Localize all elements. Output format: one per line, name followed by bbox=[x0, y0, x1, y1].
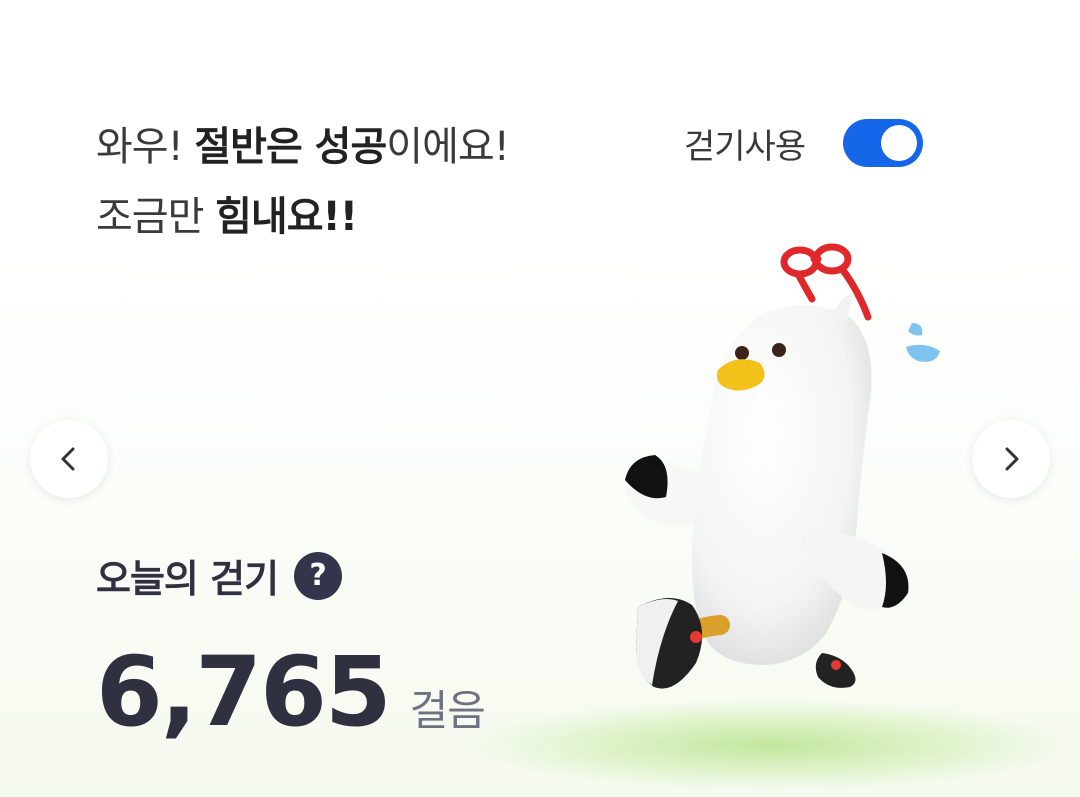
chevron-left-icon bbox=[61, 447, 75, 471]
headline-line-1: 와우! 절반은 성공이에요! bbox=[96, 112, 510, 182]
eye-icon bbox=[735, 346, 749, 360]
headline-text: 조금만 bbox=[96, 194, 216, 240]
headline-emphasis: 힘내요!! bbox=[215, 194, 358, 240]
prev-button[interactable] bbox=[30, 420, 108, 498]
walking-toggle-row: 걷기사용 bbox=[684, 118, 924, 168]
today-walk-label: 오늘의 걷기 bbox=[96, 557, 279, 601]
headline-line-2: 조금만 힘내요!! bbox=[96, 182, 509, 252]
headline-text: 이에요! bbox=[386, 124, 509, 170]
today-walk-header: 오늘의 걷기 ? bbox=[96, 548, 343, 603]
chevron-right-icon bbox=[1005, 447, 1019, 471]
sweat-drops-icon bbox=[906, 323, 940, 362]
running-bird-mascot bbox=[624, 243, 940, 689]
steps-display: 6,765 걸음 bbox=[96, 636, 486, 748]
eye-icon bbox=[772, 343, 786, 357]
help-icon[interactable]: ? bbox=[294, 551, 343, 600]
next-button[interactable] bbox=[972, 420, 1050, 498]
walking-toggle-label: 걷기사용 bbox=[684, 126, 806, 167]
ground-glow bbox=[470, 700, 1070, 790]
steps-unit: 걸음 bbox=[409, 686, 486, 735]
headline-text: 와우! bbox=[96, 124, 195, 170]
walking-toggle[interactable] bbox=[843, 119, 924, 167]
mascot-body bbox=[691, 305, 872, 665]
headline-emphasis: 절반은 성공 bbox=[194, 124, 387, 170]
steps-count: 6,765 bbox=[96, 636, 392, 748]
headline: 와우! 절반은 성공이에요! 조금만 힘내요!! bbox=[96, 112, 510, 252]
toggle-knob bbox=[881, 125, 918, 161]
right-leg bbox=[815, 653, 856, 688]
